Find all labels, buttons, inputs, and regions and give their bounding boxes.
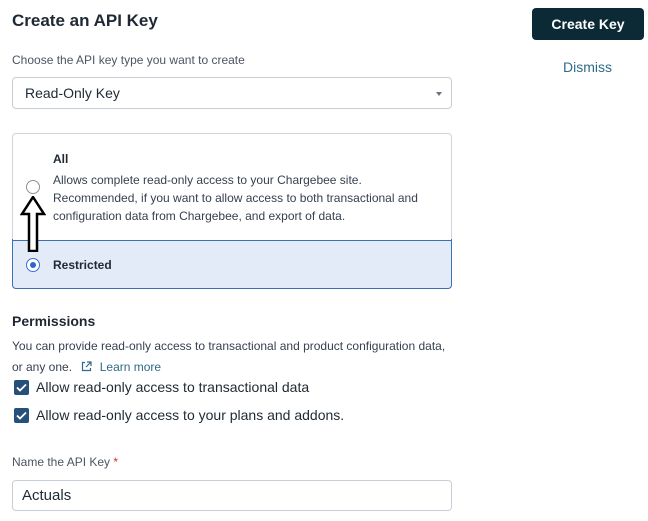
key-type-select[interactable]: Read-Only Key bbox=[12, 77, 452, 109]
key-type-label: Choose the API key type you want to crea… bbox=[12, 53, 245, 67]
api-key-name-label-text: Name the API Key bbox=[12, 455, 111, 469]
check-icon bbox=[16, 383, 27, 392]
learn-more-link[interactable]: Learn more bbox=[100, 360, 161, 374]
permissions-description: You can provide read-only access to tran… bbox=[12, 336, 457, 378]
required-marker: * bbox=[113, 455, 119, 469]
create-key-button[interactable]: Create Key bbox=[532, 8, 644, 40]
checkbox-row-transactional[interactable]: Allow read-only access to transactional … bbox=[14, 379, 309, 395]
checkbox-row-plans[interactable]: Allow read-only access to your plans and… bbox=[14, 407, 344, 423]
checkbox-plans[interactable] bbox=[14, 407, 29, 423]
permissions-title: Permissions bbox=[12, 313, 96, 329]
radio-all[interactable] bbox=[26, 180, 40, 194]
key-type-selected-value: Read-Only Key bbox=[25, 85, 120, 101]
access-radio-group: All Allows complete read-only access to … bbox=[12, 133, 452, 289]
radio-restricted[interactable] bbox=[26, 258, 40, 272]
checkbox-plans-label: Allow read-only access to your plans and… bbox=[36, 407, 345, 423]
access-option-all[interactable]: All Allows complete read-only access to … bbox=[13, 134, 451, 240]
access-option-all-description: Allows complete read-only access to your… bbox=[53, 173, 418, 223]
caret-down-icon bbox=[436, 92, 442, 96]
checkbox-transactional[interactable] bbox=[14, 379, 29, 395]
api-key-name-input[interactable] bbox=[12, 480, 452, 511]
dismiss-link[interactable]: Dismiss bbox=[563, 59, 612, 75]
api-key-name-label: Name the API Key * bbox=[12, 455, 118, 469]
access-option-restricted-label: Restricted bbox=[53, 258, 112, 272]
external-link-icon bbox=[82, 361, 92, 372]
page-title: Create an API Key bbox=[12, 11, 158, 30]
access-option-all-label: All bbox=[53, 152, 69, 166]
check-icon bbox=[16, 411, 27, 420]
arrow-up-icon bbox=[20, 196, 46, 252]
permissions-description-text: You can provide read-only access to tran… bbox=[12, 339, 446, 374]
checkbox-transactional-label: Allow read-only access to transactional … bbox=[36, 379, 310, 395]
access-option-restricted[interactable]: Restricted bbox=[13, 240, 451, 288]
